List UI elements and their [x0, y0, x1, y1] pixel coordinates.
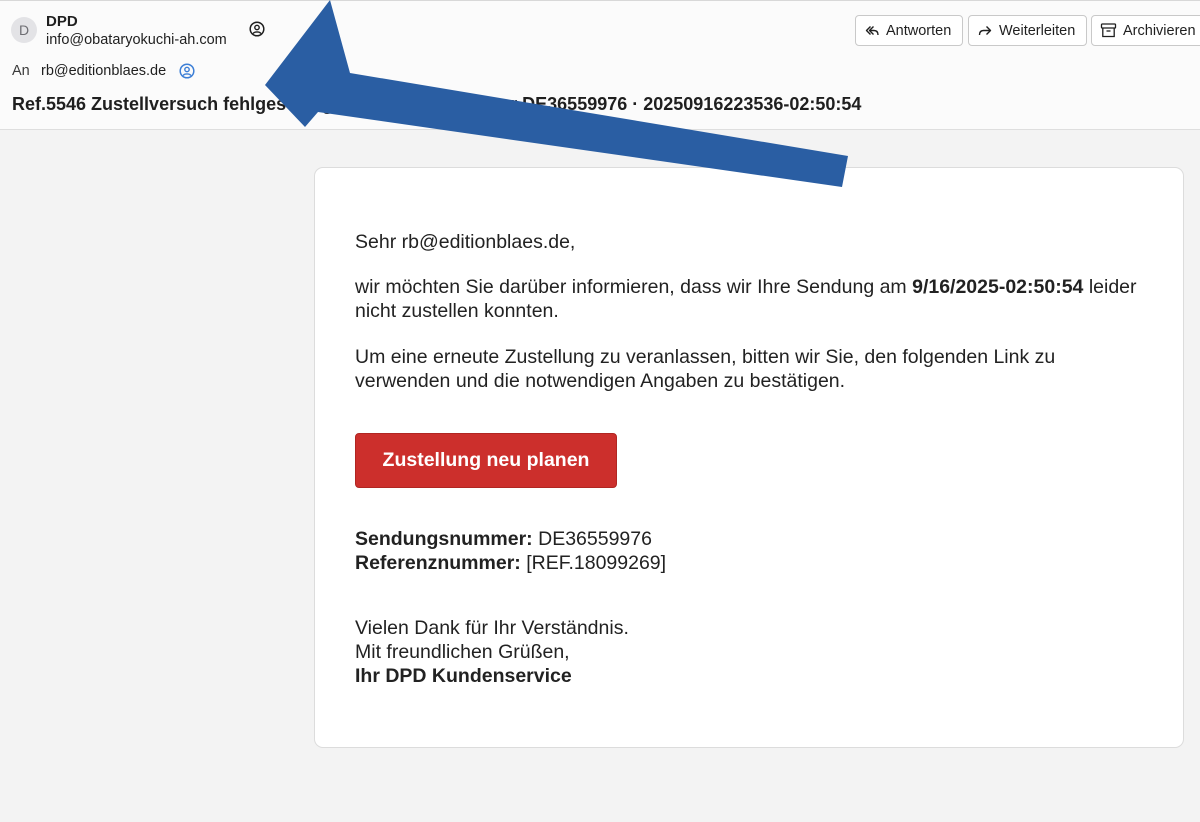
email-paragraph-instructions: Um eine erneute Zustellung zu veranlasse… [355, 346, 1056, 392]
email-paragraph-delivery: wir möchten Sie darüber informieren, das… [355, 275, 1155, 323]
forward-button[interactable]: Weiterleiten [968, 15, 1087, 46]
reply-button[interactable]: Antworten [855, 15, 963, 46]
closing-thanks: Vielen Dank für Ihr Verständnis. [355, 617, 629, 639]
email-greeting: Sehr rb@editionblaes.de, [355, 231, 576, 253]
message-subject: Ref.5546 Zustellversuch fehlgeschlagen S… [12, 94, 862, 114]
delivery-date: 9/16/2025-02:50:54 [912, 276, 1084, 298]
reschedule-delivery-button[interactable]: Zustellung neu planen [355, 433, 617, 488]
contact-icon[interactable] [249, 21, 265, 37]
paragraph-text: wir möchten Sie darüber informieren, das… [355, 276, 913, 298]
reference-number: [REF.18099269] [520, 552, 667, 574]
message-header: D DPD info@obataryokuchi-ah.com An rb@ed… [0, 0, 1200, 130]
reply-label: Antworten [886, 22, 952, 39]
reference-label: Referenznummer: [355, 552, 521, 574]
tracking-label: Sendungsnummer: [355, 528, 533, 550]
contact-icon[interactable] [179, 63, 195, 79]
archive-button[interactable]: Archivieren [1091, 15, 1200, 46]
sender-name[interactable]: DPD [46, 13, 78, 30]
tracking-number: DE36559976 [532, 528, 652, 550]
email-body-card: Sehr rb@editionblaes.de, wir möchten Sie… [314, 167, 1184, 748]
archive-icon [1100, 23, 1117, 38]
closing-signature: Ihr DPD Kundenservice [355, 665, 572, 687]
sender-avatar[interactable]: D [11, 17, 37, 43]
closing-regards: Mit freundlichen Grüßen, [355, 641, 570, 663]
recipient-email[interactable]: rb@editionblaes.de [41, 63, 166, 79]
email-closing: Vielen Dank für Ihr Verständnis. Mit freu… [355, 616, 1155, 688]
forward-icon [978, 25, 992, 35]
reply-icon [865, 25, 879, 35]
archive-label: Archivieren [1123, 22, 1196, 39]
to-label: An [12, 63, 30, 79]
shipment-ids: Sendungsnummer: DE36559976 Referenznummer… [355, 527, 1155, 575]
forward-label: Weiterleiten [999, 22, 1076, 39]
sender-email[interactable]: info@obataryokuchi-ah.com [46, 32, 227, 48]
